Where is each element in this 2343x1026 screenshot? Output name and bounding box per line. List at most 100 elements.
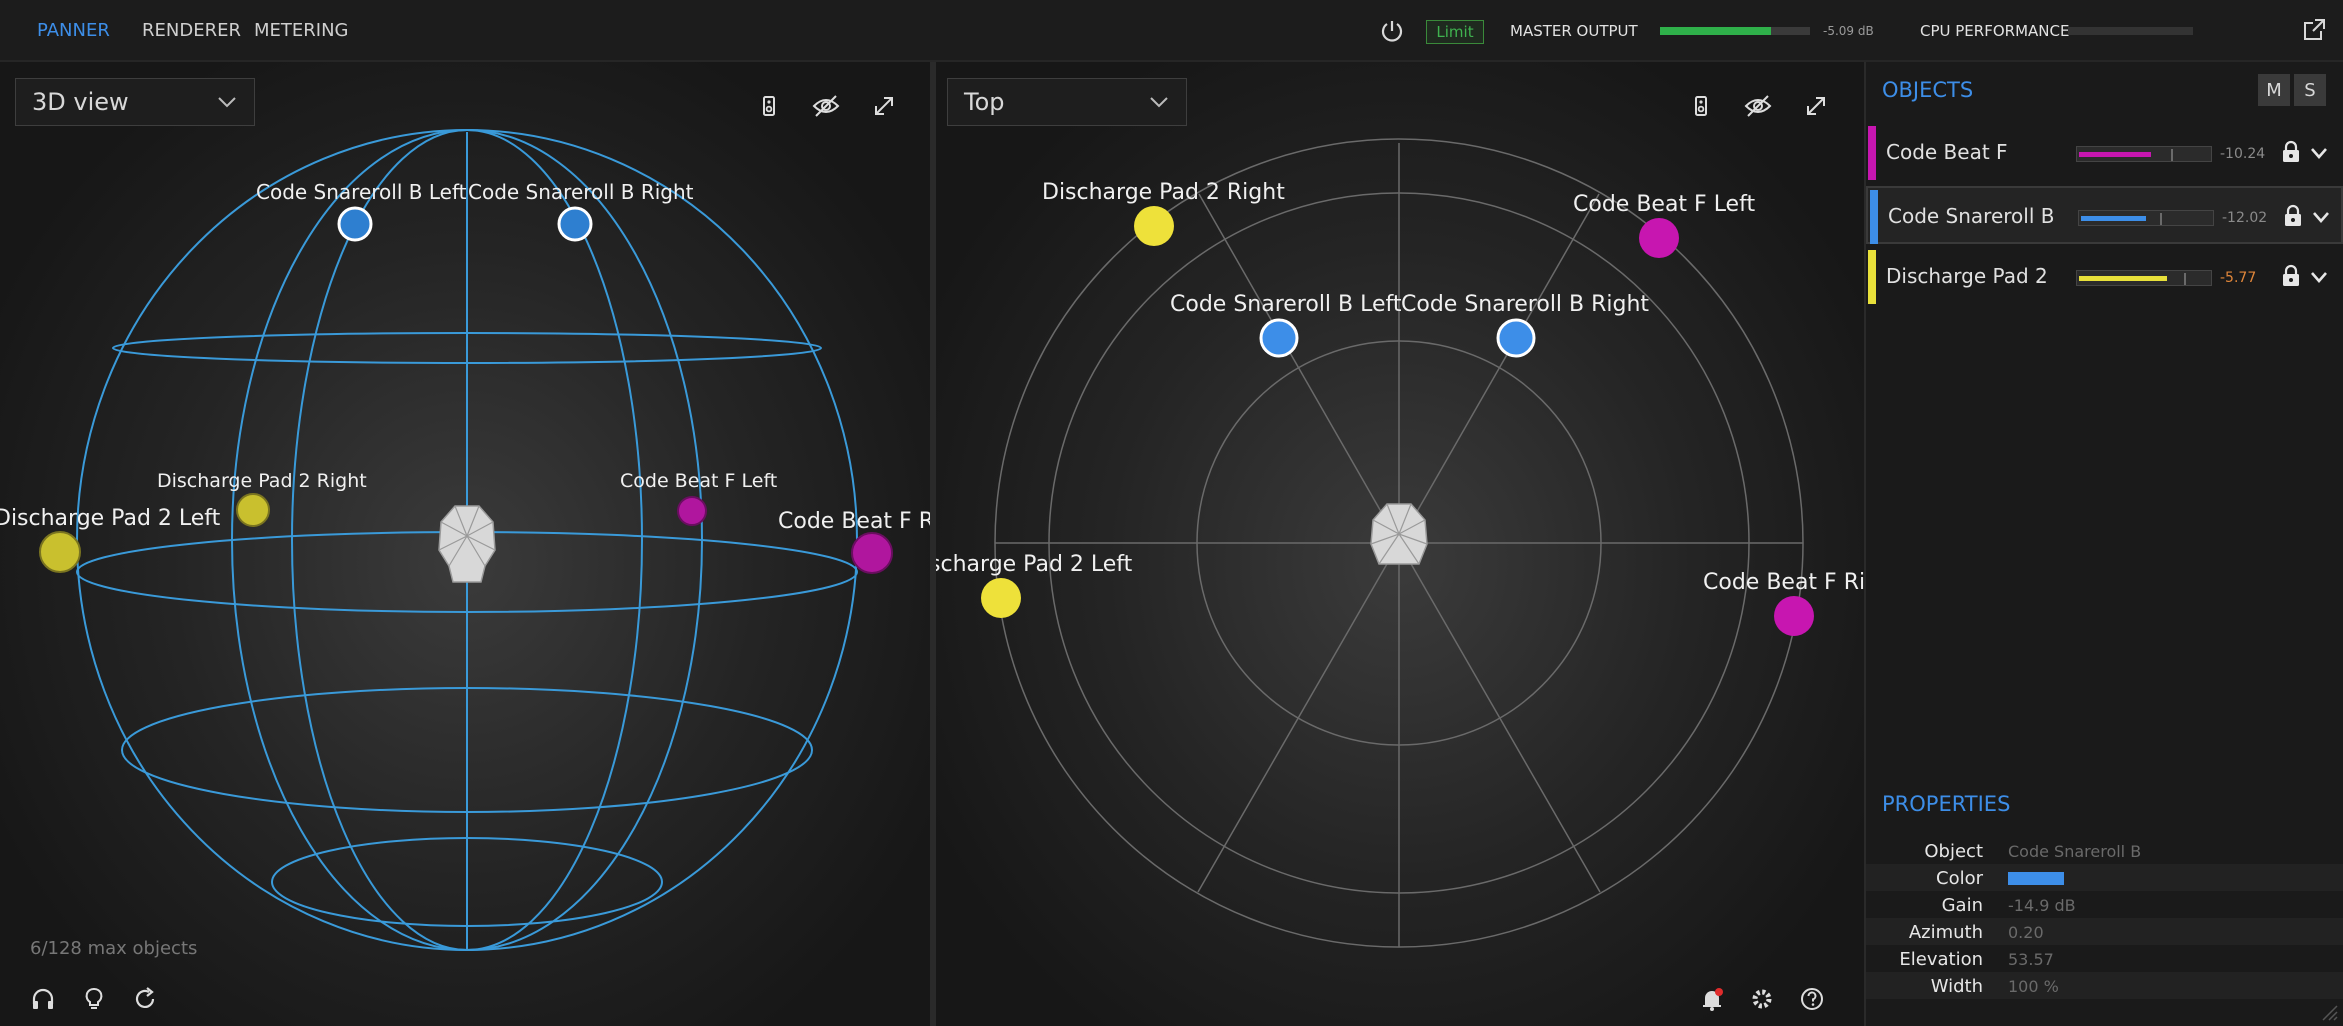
object-level-value: -10.24 (2220, 146, 2266, 162)
gear-icon[interactable] (1745, 982, 1779, 1016)
top-view-canvas[interactable]: Discharge Pad 2 Right Code Beat F Left C… (936, 62, 1864, 1026)
label-discharge-right: Discharge Pad 2 Right (1042, 180, 1285, 205)
property-row-color: Color (1866, 864, 2343, 891)
object-level-meter-fill (2079, 276, 2167, 281)
eye-off-icon[interactable] (1742, 90, 1774, 122)
object-snare-right (557, 206, 593, 242)
object-color-stripe (1868, 126, 1876, 180)
label-snare-right: Code Snareroll B Right (468, 180, 694, 204)
object-level-value: -5.77 (2220, 270, 2257, 286)
panner-top-view[interactable]: Discharge Pad 2 Right Code Beat F Left C… (936, 62, 1864, 1026)
tab-panner[interactable]: PANNER (37, 20, 110, 41)
label-discharge-left: Discharge Pad 2 Left (936, 552, 1133, 577)
view-mode-dropdown[interactable]: Top (947, 78, 1187, 126)
property-row-width: Width 100 % (1866, 972, 2343, 999)
object-name: Discharge Pad 2 (1886, 264, 2048, 288)
object-level-meter (2076, 146, 2212, 162)
cpu-performance-meter (2068, 27, 2193, 35)
property-value-width[interactable]: 100 % (2008, 977, 2059, 996)
master-output-label: MASTER OUTPUT (1510, 22, 1638, 40)
view-mode-dropdown[interactable]: 3D view (15, 78, 255, 126)
refresh-icon[interactable] (128, 982, 162, 1016)
top-bar: PANNER RENDERER METERING Limit MASTER OU… (0, 0, 2343, 62)
notification-bell-icon[interactable] (1695, 982, 1729, 1016)
sidebar: OBJECTS M S Code Beat F -10.24 Code Snarer… (1864, 62, 2343, 1026)
tab-metering[interactable]: METERING (254, 20, 349, 41)
app-window: { "tabs": [ {"label": "PANNER", "active"… (0, 0, 2343, 1026)
object-row[interactable]: Code Beat F -10.24 (1866, 124, 2343, 182)
object-level-value: -12.02 (2222, 210, 2268, 226)
property-label: Gain (1941, 895, 1983, 916)
expand-icon[interactable] (868, 90, 900, 122)
object-beat-left (1639, 218, 1679, 258)
objects-title: OBJECTS (1882, 78, 1974, 102)
eye-off-icon[interactable] (810, 90, 842, 122)
object-peak-marker (2184, 273, 2186, 285)
limit-toggle[interactable]: Limit (1426, 20, 1484, 44)
lightbulb-icon[interactable] (77, 982, 111, 1016)
object-color-stripe (1870, 190, 1878, 244)
object-name: Code Snareroll B (1888, 204, 2055, 228)
chevron-down-icon (218, 97, 236, 108)
label-snare-right: Code Snareroll B Right (1401, 292, 1649, 317)
power-icon[interactable] (1378, 17, 1406, 45)
label-beat-left: Code Beat F Left (1573, 192, 1755, 217)
object-snare-left (1259, 318, 1299, 358)
expand-icon[interactable] (1800, 90, 1832, 122)
object-peak-marker (2160, 213, 2162, 225)
lock-icon[interactable] (2280, 140, 2302, 164)
lock-icon[interactable] (2280, 264, 2302, 288)
lock-icon[interactable] (2282, 204, 2304, 228)
label-discharge-left: Discharge Pad 2 Left (0, 506, 221, 531)
view-mode-value: Top (964, 88, 1005, 116)
chevron-down-icon[interactable] (2308, 142, 2330, 164)
popout-icon[interactable] (2300, 16, 2328, 44)
listener-head-icon (438, 505, 496, 583)
object-discharge-left (39, 531, 81, 573)
object-beat-left (677, 496, 707, 526)
property-value-elevation[interactable]: 53.57 (2008, 950, 2054, 969)
resize-grip-icon[interactable] (2319, 1002, 2339, 1022)
object-snare-right (1496, 318, 1536, 358)
label-discharge-right: Discharge Pad 2 Right (157, 470, 367, 492)
label-snare-left: Code Snareroll B Left (256, 180, 467, 204)
property-label: Object (1924, 841, 1983, 862)
master-output-value: -5.09 dB (1823, 24, 1874, 38)
object-beat-right (851, 532, 893, 574)
object-discharge-right (236, 493, 270, 527)
property-label: Elevation (1899, 949, 1983, 970)
view-mode-value: 3D view (32, 88, 129, 116)
solo-button[interactable]: S (2294, 74, 2326, 106)
object-beat-right (1774, 596, 1814, 636)
property-label: Width (1930, 976, 1983, 997)
listener-head-icon (1370, 503, 1428, 565)
label-beat-left: Code Beat F Left (620, 470, 777, 492)
chevron-down-icon[interactable] (2308, 266, 2330, 288)
object-count: 6/128 max objects (30, 938, 198, 959)
headphones-icon[interactable] (26, 982, 60, 1016)
property-label: Color (1936, 868, 1983, 889)
object-level-meter (2076, 270, 2212, 286)
panner-3d-view[interactable]: Code Snareroll B Left Code Snareroll B R… (0, 62, 930, 1026)
property-row-gain: Gain -14.9 dB (1866, 891, 2343, 918)
help-icon[interactable] (1795, 982, 1829, 1016)
property-value-gain[interactable]: -14.9 dB (2008, 896, 2076, 915)
chevron-down-icon[interactable] (2310, 206, 2332, 228)
color-swatch[interactable] (2008, 872, 2064, 885)
object-level-meter-fill (2079, 152, 2151, 157)
property-row-object: Object Code Snareroll B (1866, 837, 2343, 864)
property-value-azimuth[interactable]: 0.20 (2008, 923, 2044, 942)
object-color-stripe (1868, 250, 1876, 304)
tab-renderer[interactable]: RENDERER (142, 20, 241, 41)
mute-button[interactable]: M (2258, 74, 2290, 106)
speaker-icon[interactable] (753, 90, 785, 122)
sphere-canvas[interactable]: Code Snareroll B Left Code Snareroll B R… (0, 62, 930, 1026)
speaker-icon[interactable] (1685, 90, 1717, 122)
properties-title: PROPERTIES (1882, 792, 2011, 816)
property-row-azimuth: Azimuth 0.20 (1866, 918, 2343, 945)
object-row[interactable]: Code Snareroll B -12.02 (1866, 186, 2343, 244)
object-name: Code Beat F (1886, 140, 2008, 164)
object-level-meter-fill (2081, 216, 2146, 221)
object-row[interactable]: Discharge Pad 2 -5.77 (1866, 248, 2343, 306)
property-value-object[interactable]: Code Snareroll B (2008, 842, 2141, 861)
